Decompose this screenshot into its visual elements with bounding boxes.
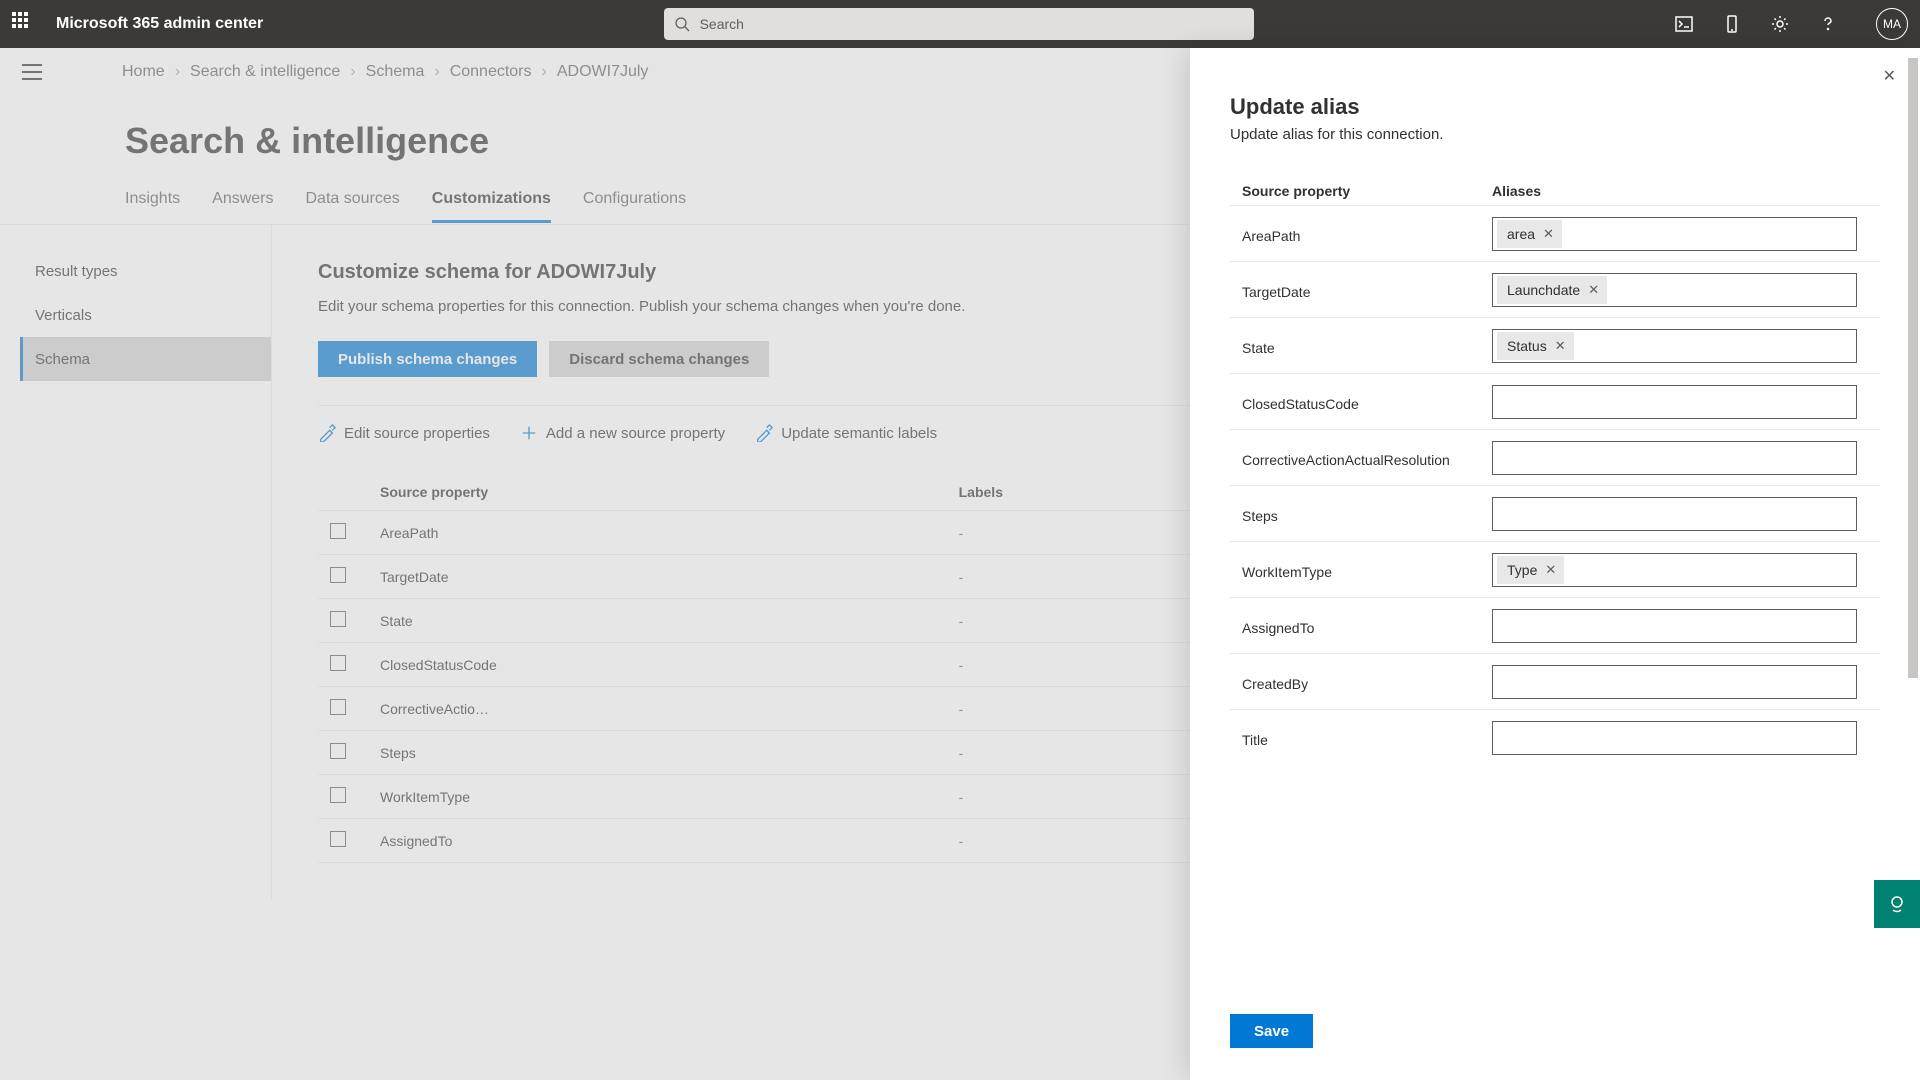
global-search[interactable]: Search <box>664 8 1254 40</box>
avatar[interactable]: MA <box>1876 8 1908 40</box>
feedback-icon <box>1887 894 1907 914</box>
alias-row-property: CreatedBy <box>1242 672 1492 692</box>
alias-row: CreatedBy <box>1230 653 1880 709</box>
gear-icon[interactable] <box>1770 14 1790 34</box>
alias-row-property: AreaPath <box>1242 224 1492 244</box>
alias-tag-label: area <box>1507 226 1535 242</box>
alias-row: Steps <box>1230 485 1880 541</box>
alias-input[interactable]: Type ✕ <box>1492 553 1857 587</box>
alias-row: TargetDate Launchdate ✕ <box>1230 261 1880 317</box>
mobile-icon[interactable] <box>1722 14 1742 34</box>
alias-row: AssignedTo <box>1230 597 1880 653</box>
alias-input[interactable] <box>1492 441 1857 475</box>
flyout-title: Update alias <box>1230 94 1880 120</box>
alias-input[interactable] <box>1492 385 1857 419</box>
modal-overlay[interactable] <box>0 48 1325 1080</box>
close-icon[interactable]: ✕ <box>1883 66 1896 86</box>
save-button[interactable]: Save <box>1230 1014 1313 1048</box>
alias-input[interactable]: area ✕ <box>1492 217 1857 251</box>
alias-input[interactable] <box>1492 665 1857 699</box>
alias-row-property: CorrectiveActionActualResolution <box>1242 448 1492 468</box>
alias-row-property: ClosedStatusCode <box>1242 392 1492 412</box>
feedback-button[interactable] <box>1874 880 1920 928</box>
console-icon[interactable] <box>1674 14 1694 34</box>
alias-row-property: Steps <box>1242 504 1492 524</box>
alias-row: State Status ✕ <box>1230 317 1880 373</box>
alias-tag-label: Launchdate <box>1507 282 1580 298</box>
alias-tag-label: Type <box>1507 562 1537 578</box>
remove-tag-icon[interactable]: ✕ <box>1543 226 1554 242</box>
alias-row-property: WorkItemType <box>1242 560 1492 580</box>
remove-tag-icon[interactable]: ✕ <box>1545 562 1556 578</box>
alias-input[interactable] <box>1492 609 1857 643</box>
search-icon <box>674 16 690 32</box>
flyout-description: Update alias for this connection. <box>1230 126 1880 143</box>
alias-input[interactable]: Status ✕ <box>1492 329 1857 363</box>
remove-tag-icon[interactable]: ✕ <box>1588 282 1599 298</box>
flyout-col-aliases: Aliases <box>1492 183 1541 199</box>
alias-tag: Type ✕ <box>1497 556 1564 584</box>
top-bar: Microsoft 365 admin center Search MA <box>0 0 1920 48</box>
alias-row-property: Title <box>1242 728 1492 748</box>
flyout-col-source: Source property <box>1242 183 1492 199</box>
alias-row-property: AssignedTo <box>1242 616 1492 636</box>
alias-tag: Status ✕ <box>1497 332 1574 360</box>
alias-tag: Launchdate ✕ <box>1497 276 1607 304</box>
alias-tag: area ✕ <box>1497 220 1562 248</box>
alias-row: AreaPath area ✕ <box>1230 205 1880 261</box>
top-icons: MA <box>1674 8 1908 40</box>
search-placeholder: Search <box>700 16 744 32</box>
alias-row: ClosedStatusCode <box>1230 373 1880 429</box>
update-alias-flyout: ✕ Update alias Update alias for this con… <box>1190 48 1920 1080</box>
alias-row-property: TargetDate <box>1242 280 1492 300</box>
app-launcher-icon[interactable] <box>12 12 36 36</box>
alias-row: WorkItemType Type ✕ <box>1230 541 1880 597</box>
help-icon[interactable] <box>1818 14 1838 34</box>
alias-input[interactable] <box>1492 721 1857 755</box>
alias-tag-label: Status <box>1507 338 1547 354</box>
remove-tag-icon[interactable]: ✕ <box>1555 338 1566 354</box>
alias-input[interactable] <box>1492 497 1857 531</box>
alias-input[interactable]: Launchdate ✕ <box>1492 273 1857 307</box>
alias-row-property: State <box>1242 336 1492 356</box>
alias-row: Title <box>1230 709 1880 765</box>
scrollbar-thumb[interactable] <box>1908 58 1918 678</box>
brand-title: Microsoft 365 admin center <box>56 15 263 33</box>
alias-row: CorrectiveActionActualResolution <box>1230 429 1880 485</box>
